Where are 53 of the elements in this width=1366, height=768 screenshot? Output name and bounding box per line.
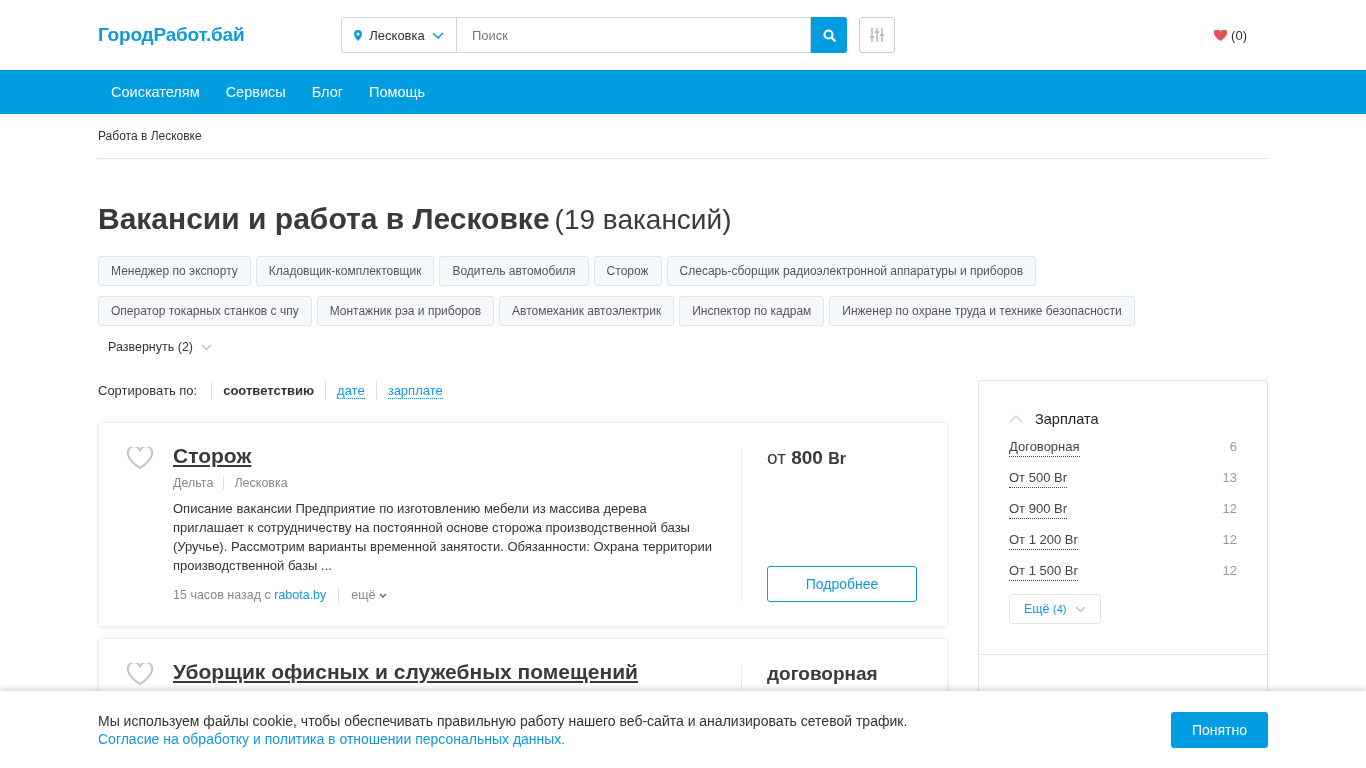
chevron-down-icon	[432, 31, 444, 39]
tag-link[interactable]: Кладовщик-комплектовщик	[255, 256, 435, 286]
pin-icon	[354, 29, 362, 41]
filter-option[interactable]: От 500 Br	[1009, 470, 1067, 488]
filter-button[interactable]	[859, 17, 895, 53]
job-title-link[interactable]: Уборщик офисных и служебных помещений	[173, 660, 638, 684]
search-icon	[822, 28, 836, 42]
tag-link[interactable]: Оператор токарных станков с чпу	[98, 296, 312, 326]
more-link[interactable]: ещё	[338, 588, 387, 602]
heart-outline-icon[interactable]	[127, 447, 153, 469]
tag-link[interactable]: Инженер по охране труда и технике безопасности	[829, 296, 1135, 326]
company-name: Дельта	[173, 476, 215, 490]
chevron-down-icon	[201, 343, 212, 351]
page-title: Вакансии и работа в Лесковке	[98, 202, 550, 236]
vacancy-count: (19 вакансий)	[554, 204, 732, 236]
tag-link[interactable]: Сторож	[593, 256, 662, 286]
expand-link[interactable]: Развернуть (2)	[98, 336, 222, 358]
option-count: 6	[1229, 439, 1237, 456]
option-count: 13	[1222, 470, 1237, 487]
tag-link[interactable]: Менеджер по экспорту	[98, 256, 251, 286]
tag-link[interactable]: Монтажник рэа и приборов	[316, 296, 495, 326]
option-count: 12	[1222, 501, 1237, 518]
location-select[interactable]: Лесковка	[341, 17, 457, 53]
option-count: 12	[1222, 532, 1237, 549]
filter-option[interactable]: От 900 Br	[1009, 501, 1067, 519]
heart-icon	[1214, 29, 1228, 41]
job-salary: договорная	[767, 663, 879, 685]
filter-option[interactable]: От 1 500 Br	[1009, 563, 1078, 581]
search-field[interactable]: Поиск	[457, 17, 811, 53]
filter-title: Зарплата	[1035, 411, 1099, 427]
job-city: Лесковка	[223, 476, 298, 490]
tag-link[interactable]: Водитель автомобиля	[439, 256, 589, 286]
tag-link[interactable]: Слесарь-сборщик радиоэлектронной аппаратуры и приборов	[666, 256, 1037, 286]
filter-option[interactable]: Договорная	[1009, 439, 1080, 457]
sort-option[interactable]: соответствию	[223, 383, 315, 398]
filter-option[interactable]: От 1 200 Br	[1009, 532, 1078, 550]
tag-link[interactable]: Автомеханик автоэлектрик	[499, 296, 675, 326]
sliders-icon	[870, 28, 884, 42]
tag-link[interactable]: Инспектор по кадрам	[679, 296, 825, 326]
job-title-link[interactable]: Сторож	[173, 444, 252, 468]
heart-outline-icon[interactable]	[127, 663, 153, 685]
chevron-down-icon	[378, 592, 387, 598]
favorites-link[interactable]: (0)	[1214, 27, 1247, 43]
sort-label: Сортировать по:	[98, 383, 198, 398]
option-count: 12	[1222, 563, 1237, 580]
breadcrumb-link[interactable]: Работа в Лесковке	[98, 129, 202, 143]
cookie-notice: Мы используем файлы cookie, чтобы обеспечивать правильную работу нашего веб-сайта и анализировать сетевой трафик.	[98, 711, 908, 730]
chevron-up-icon[interactable]	[1009, 415, 1023, 423]
job-description: Описание вакансии Предприятие по изготовлению мебели из массива дерева приглашает к сотрудничеству на постоянной основе сторожа производственной базы (Уручье). Рассмотрим варианты временной занятости. Обязанности: Охрана территории производственной базы ...	[173, 500, 713, 575]
search-button[interactable]	[811, 17, 847, 53]
job-salary: от 800 Br	[767, 447, 847, 469]
posted-time: 15 часов назад с rabota.by	[173, 588, 327, 602]
chevron-down-icon	[1074, 605, 1086, 613]
